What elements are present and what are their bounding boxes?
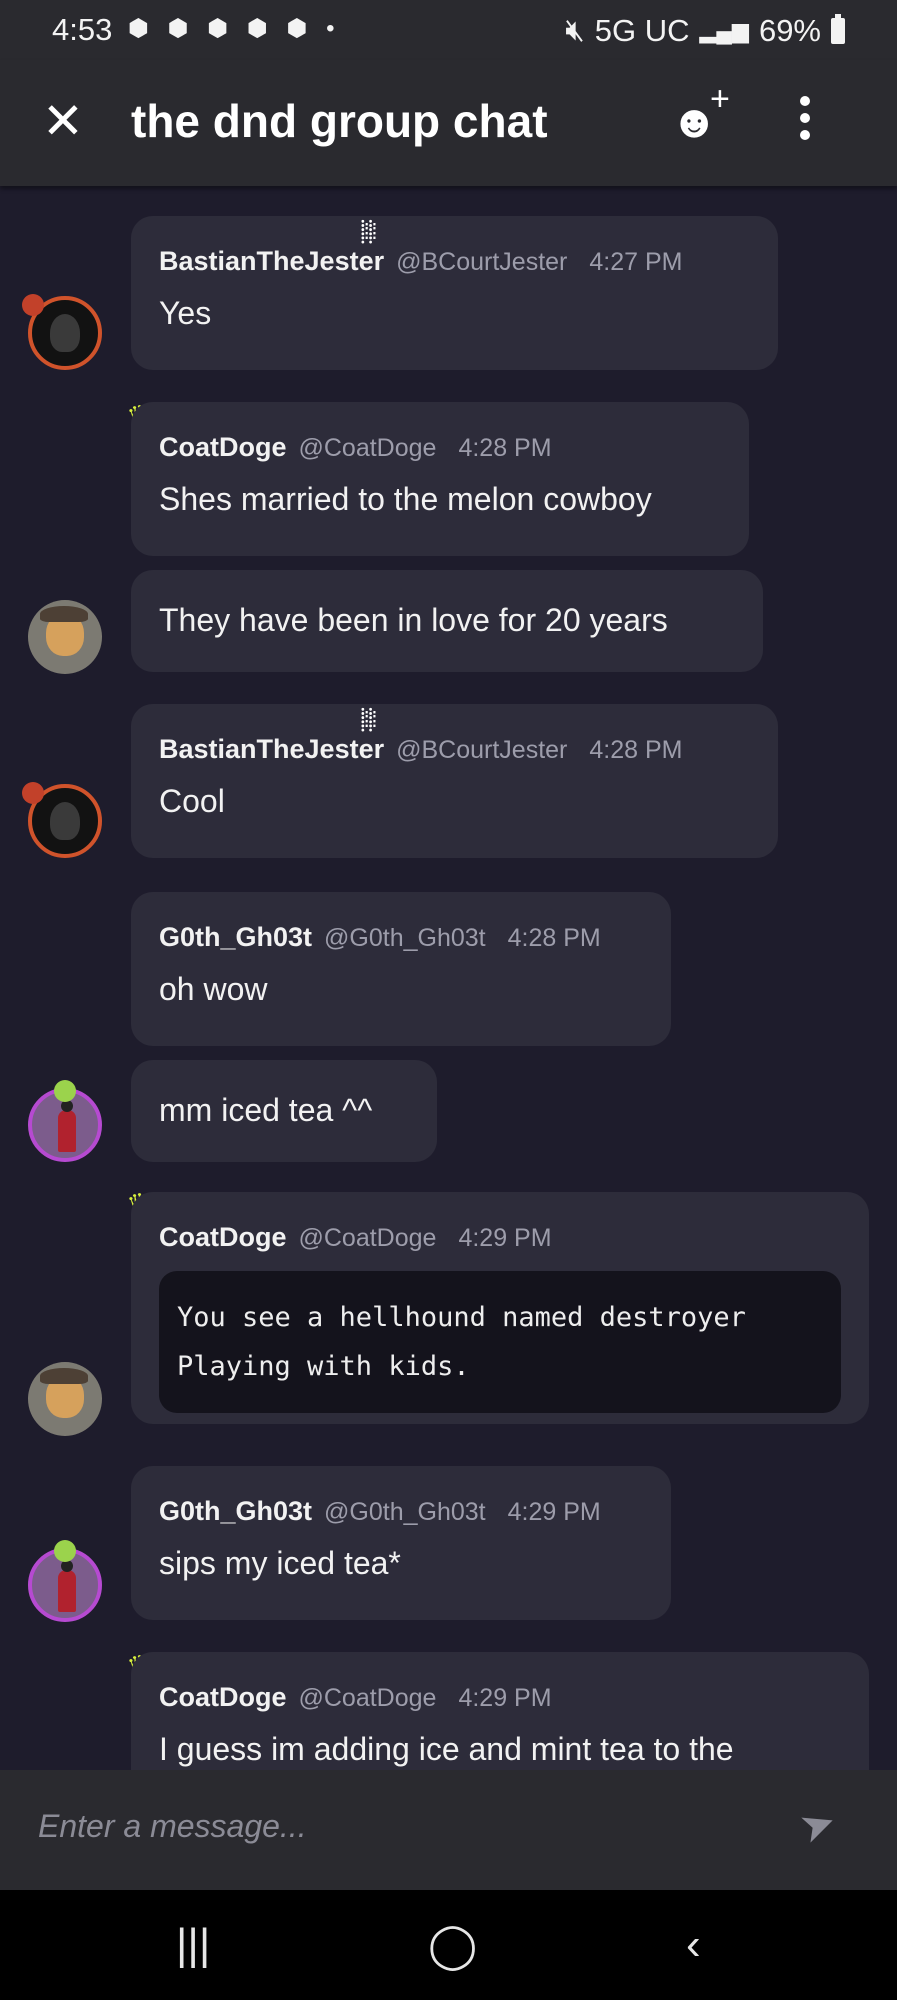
chat-title: the dnd group chat <box>131 95 548 147</box>
message-bubble[interactable]: BastianTheJester @BCourtJester 4:28 PM C… <box>131 704 778 858</box>
author-name[interactable]: BastianTheJester <box>159 246 384 277</box>
message-time: 4:27 PM <box>589 248 683 276</box>
message-text: mm iced tea ^^ <box>159 1092 373 1128</box>
jester-badge-icon <box>22 782 44 804</box>
message-text: sips my iced tea* <box>159 1545 401 1581</box>
author-handle: @CoatDoge <box>298 1224 437 1252</box>
author-handle: @G0th_Gh03t <box>324 924 486 952</box>
close-icon[interactable]: ✕ <box>42 96 84 146</box>
author-name[interactable]: CoatDoge <box>159 432 287 463</box>
name-glitch-decoration: ⸽⁞⸽⁞ <box>360 219 377 244</box>
status-bar: 4:53 ⬢ ⬢ ⬢ ⬢ ⬢ • 🔇︎ 5G UC ▂▄▆ 69% <box>0 0 897 60</box>
message-text: They have been in love for 20 years <box>159 602 668 638</box>
author-name[interactable]: G0th_Gh03t <box>159 922 312 953</box>
message-bubble[interactable]: CoatDoge @CoatDoge 4:29 PM I guess im ad… <box>131 1652 869 1770</box>
message-bubble[interactable]: CoatDoge @CoatDoge 4:28 PM Shes married … <box>131 402 749 556</box>
battery-icon <box>831 13 845 44</box>
author-name[interactable]: CoatDoge <box>159 1682 287 1713</box>
battery-label: 69% <box>758 12 821 48</box>
message-text: I guess im adding ice and mint tea to th… <box>159 1731 734 1767</box>
name-glitch-decoration: ⸽⁞⸽⁞ <box>360 707 377 732</box>
message-list[interactable]: BastianTheJester @BCourtJester 4:27 PM Y… <box>0 186 897 1770</box>
more-options-icon[interactable] <box>800 96 814 147</box>
status-time: 4:53 <box>52 12 113 47</box>
add-reaction-icon[interactable]: ☻ + <box>670 80 730 148</box>
jester-badge-icon <box>22 294 44 316</box>
message-header: CoatDoge @CoatDoge 4:29 PM <box>159 1222 841 1253</box>
system-nav-bar: ||| ◯ ‹ <box>0 1890 897 2000</box>
message-header: G0th_Gh03t @G0th_Gh03t 4:28 PM <box>159 922 643 953</box>
author-handle: @CoatDoge <box>298 434 437 462</box>
code-block: You see a hellhound named destroyer Play… <box>159 1271 841 1413</box>
message-header: CoatDoge @CoatDoge 4:28 PM <box>159 432 721 463</box>
message-bubble[interactable]: G0th_Gh03t @G0th_Gh03t 4:28 PM oh wow <box>131 892 671 1046</box>
notification-icons: ⬢ ⬢ ⬢ ⬢ ⬢ • <box>128 15 341 42</box>
message-time: 4:28 PM <box>458 434 552 462</box>
code-line: Playing with kids. <box>177 1351 470 1382</box>
message-text: Shes married to the melon cowboy <box>159 481 652 517</box>
author-handle: @BCourtJester <box>396 736 568 764</box>
message-composer: Enter a message... ➤ <box>0 1770 897 1890</box>
recent-apps-icon[interactable]: ||| <box>176 1920 210 1970</box>
author-handle: @BCourtJester <box>396 248 568 276</box>
message-bubble[interactable]: mm iced tea ^^ <box>131 1060 437 1162</box>
message-header: BastianTheJester @BCourtJester 4:28 PM <box>159 734 750 765</box>
message-text: Cool <box>159 783 225 819</box>
message-bubble[interactable]: CoatDoge @CoatDoge 4:29 PM You see a hel… <box>131 1192 869 1424</box>
signal-icon: ▂▄▆ <box>699 17 749 43</box>
message-bubble[interactable]: G0th_Gh03t @G0th_Gh03t 4:29 PM sips my i… <box>131 1466 671 1620</box>
author-name[interactable]: G0th_Gh03t <box>159 1496 312 1527</box>
author-handle: @CoatDoge <box>298 1684 437 1712</box>
status-right: 🔇︎ 5G UC ▂▄▆ 69% <box>565 12 845 49</box>
mute-icon: 🔇︎ <box>565 12 585 47</box>
message-time: 4:29 PM <box>458 1224 552 1252</box>
author-handle: @G0th_Gh03t <box>324 1498 486 1526</box>
message-time: 4:28 PM <box>507 924 601 952</box>
avatar[interactable] <box>28 600 102 674</box>
code-line: You see a hellhound named destroyer <box>177 1302 746 1333</box>
message-time: 4:28 PM <box>589 736 683 764</box>
message-header: CoatDoge @CoatDoge 4:29 PM <box>159 1682 841 1713</box>
author-name[interactable]: CoatDoge <box>159 1222 287 1253</box>
send-icon[interactable]: ➤ <box>793 1795 843 1853</box>
home-icon[interactable]: ◯ <box>428 1920 477 1971</box>
back-icon[interactable]: ‹ <box>686 1920 701 1970</box>
emoji-badge-icon <box>54 1080 76 1102</box>
message-time: 4:29 PM <box>507 1498 601 1526</box>
author-name[interactable]: BastianTheJester <box>159 734 384 765</box>
network-label: 5G UC <box>594 12 690 48</box>
message-input[interactable]: Enter a message... <box>38 1808 307 1845</box>
message-header: G0th_Gh03t @G0th_Gh03t 4:29 PM <box>159 1496 643 1527</box>
avatar[interactable] <box>28 1362 102 1436</box>
message-time: 4:29 PM <box>458 1684 552 1712</box>
message-bubble[interactable]: They have been in love for 20 years <box>131 570 763 672</box>
app-bar: ✕ the dnd group chat ☻ + <box>0 60 897 186</box>
emoji-badge-icon <box>54 1540 76 1562</box>
message-text: Yes <box>159 295 212 331</box>
message-text: oh wow <box>159 971 268 1007</box>
message-header: BastianTheJester @BCourtJester 4:27 PM <box>159 246 750 277</box>
message-bubble[interactable]: BastianTheJester @BCourtJester 4:27 PM Y… <box>131 216 778 370</box>
